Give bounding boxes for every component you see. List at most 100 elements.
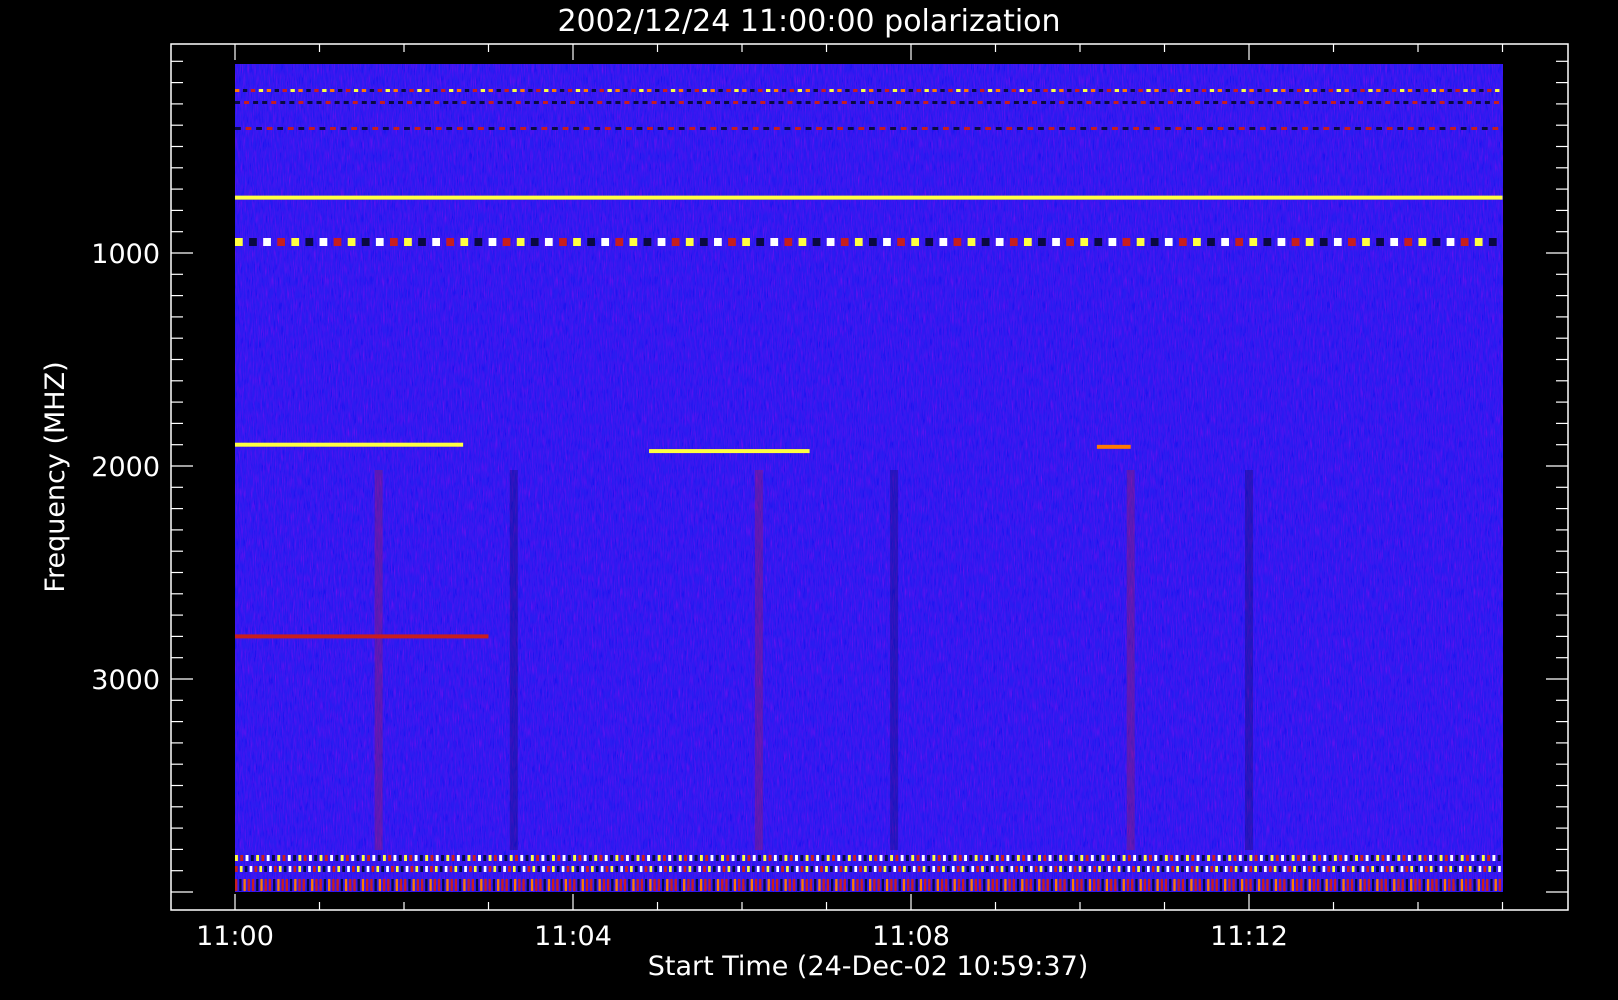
- stripe-950-seg: [319, 238, 328, 246]
- top-stripe-b-seg: [1312, 101, 1318, 104]
- bottom-stripe-c-seg: [1270, 879, 1273, 891]
- top-stripe-c-seg: [826, 127, 833, 130]
- top-stripe-c-seg: [784, 127, 791, 130]
- bottom-stripe-c-seg: [729, 879, 732, 891]
- bottom-stripe-b-seg: [508, 866, 511, 872]
- bottom-stripe-a-seg: [419, 855, 423, 861]
- bottom-stripe-b-seg: [859, 866, 862, 872]
- bottom-stripe-a-seg: [1423, 855, 1427, 861]
- top-stripe-b-seg: [1466, 101, 1472, 104]
- top-stripe-c-seg: [1249, 127, 1256, 130]
- bottom-stripe-b-seg: [1225, 866, 1228, 872]
- bottom-stripe-c-seg: [273, 879, 276, 891]
- bottom-stripe-c-seg: [1080, 879, 1083, 891]
- bottom-stripe-a-seg: [1307, 855, 1311, 861]
- bottom-stripe-b-seg: [776, 866, 780, 872]
- bottom-stripe-b-seg: [1332, 866, 1335, 872]
- bottom-stripe-c-seg: [602, 879, 606, 891]
- top-stripe-c-seg: [266, 127, 273, 130]
- bottom-stripe-a-seg: [277, 855, 281, 861]
- bottom-stripe-b-seg: [1044, 866, 1048, 872]
- stripe-950-seg: [1305, 238, 1314, 246]
- bottom-stripe-c-seg: [1253, 879, 1256, 891]
- top-stripe-a-seg: [1059, 89, 1064, 92]
- top-stripe-b-seg: [959, 101, 965, 104]
- bottom-stripe-c-seg: [966, 879, 969, 891]
- bottom-stripe-a-seg: [1222, 855, 1226, 861]
- top-stripe-a-seg: [631, 89, 636, 92]
- top-stripe-a-seg: [282, 89, 287, 92]
- top-stripe-b-seg: [896, 101, 902, 104]
- top-stripe-a-seg: [892, 89, 898, 92]
- bottom-stripe-b-seg: [1327, 866, 1331, 872]
- top-stripe-b-seg: [479, 101, 485, 104]
- bottom-stripe-a-seg: [1038, 855, 1041, 861]
- top-stripe-b-seg: [515, 101, 521, 104]
- stripe-950-seg: [1009, 238, 1018, 246]
- bottom-stripe-c-seg: [1494, 879, 1497, 891]
- bottom-stripe-a-seg: [842, 855, 846, 861]
- top-stripe-a-seg: [726, 89, 731, 92]
- bottom-stripe-a-seg: [927, 855, 931, 861]
- bottom-stripe-a-seg: [1466, 855, 1469, 861]
- bottom-stripe-b-seg: [1049, 866, 1053, 872]
- bottom-stripe-c-seg: [678, 879, 682, 891]
- top-stripe-c-seg: [721, 127, 727, 130]
- bottom-stripe-b-seg: [893, 866, 897, 872]
- bottom-stripe-a-seg: [800, 855, 804, 861]
- top-stripe-c-seg: [879, 127, 886, 130]
- top-stripe-a-seg: [1423, 89, 1429, 92]
- bottom-stripe-b-seg: [566, 866, 570, 872]
- bottom-stripe-b-seg: [547, 866, 550, 872]
- top-stripe-a-seg: [1217, 89, 1223, 92]
- bottom-stripe-c-seg: [429, 879, 432, 891]
- bottom-stripe-c-seg: [1464, 879, 1468, 891]
- bottom-stripe-b-seg: [322, 866, 326, 872]
- bottom-stripe-c-seg: [885, 879, 889, 891]
- bottom-stripe-c-seg: [437, 879, 441, 891]
- bottom-stripe-a-seg: [467, 855, 471, 861]
- bottom-stripe-c-seg: [1126, 879, 1130, 891]
- bottom-stripe-c-seg: [568, 879, 572, 891]
- bottom-stripe-c-seg: [1249, 879, 1252, 891]
- bottom-stripe-b-seg: [264, 866, 267, 872]
- bottom-stripe-b-seg: [737, 866, 741, 872]
- top-stripe-c-seg: [1217, 127, 1224, 130]
- top-stripe-c-seg: [1048, 127, 1055, 130]
- bottom-stripe-c-seg: [323, 879, 327, 891]
- bottom-stripe-c-seg: [852, 879, 855, 891]
- bottom-stripe-c-seg: [1291, 879, 1294, 891]
- bottom-stripe-b-seg: [1337, 866, 1340, 872]
- bottom-stripe-c-seg: [805, 879, 808, 891]
- stripe-950-seg: [1418, 238, 1427, 246]
- bottom-stripe-c-seg: [957, 879, 961, 891]
- bottom-stripe-b-seg: [410, 866, 414, 872]
- top-stripe-a-seg: [1035, 89, 1040, 92]
- stripe-950-seg: [502, 238, 511, 246]
- bottom-stripe-b-seg: [1171, 866, 1175, 872]
- bottom-stripe-c-seg: [1067, 879, 1070, 891]
- bottom-stripe-a-seg: [890, 855, 894, 861]
- bottom-stripe-a-seg: [763, 855, 767, 861]
- top-stripe-b-seg: [470, 101, 476, 104]
- bottom-stripe-b-seg: [1205, 866, 1209, 872]
- bottom-stripe-b-seg: [1381, 866, 1384, 872]
- bottom-stripe-c-seg: [1329, 879, 1333, 891]
- bottom-stripe-a-seg: [1016, 855, 1020, 861]
- stripe-950-seg: [389, 238, 398, 246]
- stripe-950-seg: [249, 238, 257, 246]
- bottom-stripe-c-seg: [391, 879, 394, 891]
- top-stripe-a-seg: [845, 89, 850, 92]
- bottom-stripe-b-seg: [903, 866, 906, 872]
- bottom-stripe-c-seg: [767, 879, 770, 891]
- top-stripe-c-seg: [1492, 127, 1499, 130]
- top-stripe-b-seg: [343, 101, 349, 104]
- bottom-stripe-a-seg: [1238, 855, 1242, 861]
- stripe-950-seg: [967, 238, 976, 246]
- top-stripe-c-seg: [520, 127, 527, 130]
- bottom-stripe-c-seg: [1004, 879, 1007, 891]
- bottom-stripe-a-seg: [879, 855, 883, 861]
- top-stripe-b-seg: [461, 101, 467, 104]
- bottom-stripe-a-seg: [314, 855, 318, 861]
- bottom-stripe-a-seg: [1001, 855, 1004, 861]
